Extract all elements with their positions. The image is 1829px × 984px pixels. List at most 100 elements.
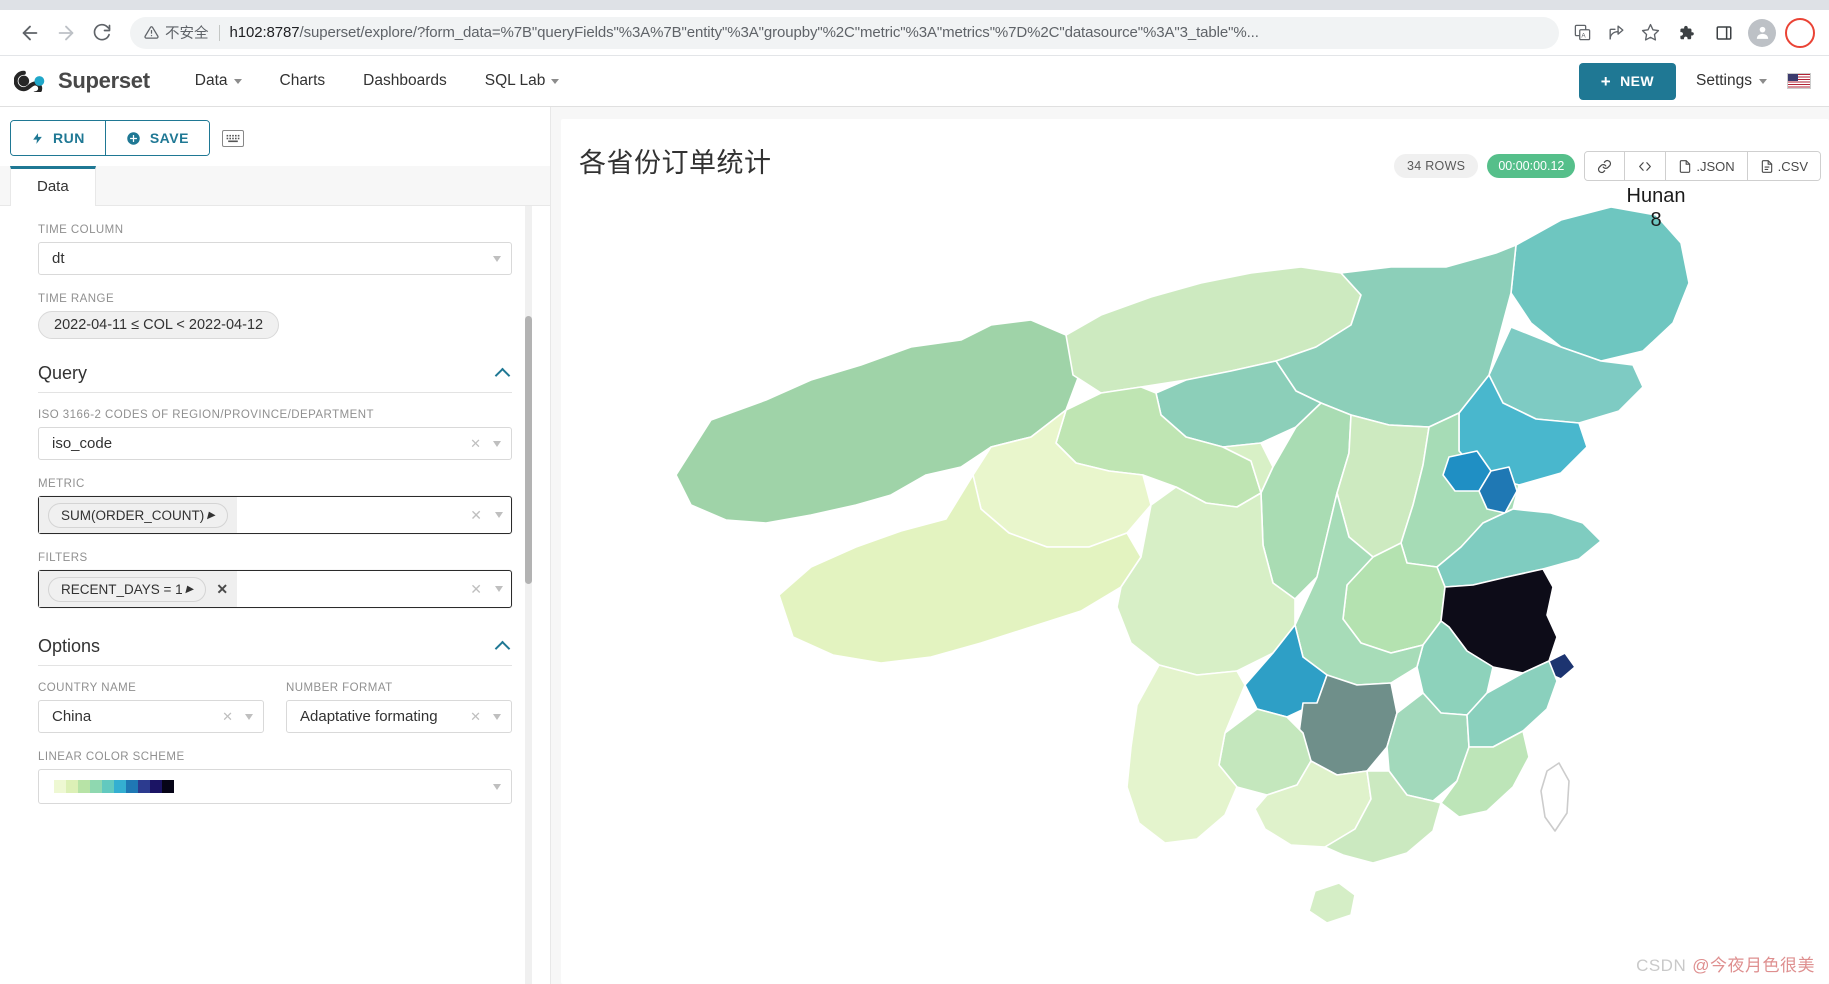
nav-link-data[interactable]: Data (176, 64, 261, 98)
extensions-puzzle-icon[interactable] (1669, 16, 1703, 50)
back-arrow-icon[interactable] (14, 17, 46, 49)
metric-chips: SUM(ORDER_COUNT) ▶ (39, 497, 237, 533)
nav-link-label: Charts (280, 72, 326, 90)
country-name-select[interactable]: China ✕ (38, 700, 264, 733)
country-name-label: COUNTRY NAME (38, 682, 264, 694)
time-column-select[interactable]: dt (38, 242, 512, 275)
panel-content: TIME COLUMN dt TIME RANGE 2022-04-11 ≤ C… (0, 206, 550, 804)
time-range-value-pill[interactable]: 2022-04-11 ≤ COL < 2022-04-12 (38, 311, 279, 339)
query-section-header[interactable]: Query (38, 357, 512, 393)
profile-ring-indicator[interactable] (1785, 18, 1815, 48)
color-swatch (138, 780, 150, 793)
options-row: COUNTRY NAME China ✕ NUMBER FORMAT Adapt… (38, 682, 512, 751)
csv-export-label: .CSV (1778, 159, 1808, 174)
us-flag-icon[interactable] (1787, 73, 1811, 89)
plus-icon: + (1601, 73, 1611, 90)
country-name-value: China (52, 708, 222, 725)
chevron-down-icon (551, 79, 559, 84)
clear-icon[interactable]: ✕ (470, 436, 481, 452)
color-scheme-preview (52, 780, 493, 793)
filters-control[interactable]: RECENT_DAYS = 1 ▶ ✕ ✕ (38, 570, 512, 608)
linear-color-scheme-field: LINEAR COLOR SCHEME (38, 751, 512, 804)
region-taiwan (1541, 763, 1569, 831)
run-button[interactable]: RUN (11, 121, 105, 155)
nav-link-dashboards[interactable]: Dashboards (344, 64, 466, 98)
metric-control[interactable]: SUM(ORDER_COUNT) ▶ ✕ (38, 496, 512, 534)
keyboard-icon[interactable] (222, 130, 244, 147)
clear-icon[interactable]: ✕ (470, 581, 482, 598)
color-swatch (54, 780, 66, 793)
chevron-down-icon (493, 441, 501, 447)
color-swatch (102, 780, 114, 793)
lightning-icon (31, 131, 44, 146)
color-swatch (90, 780, 102, 793)
color-swatch (66, 780, 78, 793)
browser-toolbar: 不安全 h102:8787/superset/explore/?form_dat… (0, 10, 1829, 56)
clear-icon[interactable]: ✕ (222, 709, 233, 725)
metric-label: METRIC (38, 478, 512, 490)
number-format-value: Adaptative formating (300, 708, 470, 725)
chevron-down-icon (495, 512, 503, 518)
address-bar[interactable]: 不安全 h102:8787/superset/explore/?form_dat… (130, 17, 1559, 49)
linear-color-scheme-label: LINEAR COLOR SCHEME (38, 751, 512, 763)
profile-avatar-icon[interactable] (1745, 16, 1779, 50)
iso-code-select[interactable]: iso_code ✕ (38, 427, 512, 460)
color-swatch (150, 780, 162, 793)
nav-link-charts[interactable]: Charts (261, 64, 345, 98)
navbar-right: + NEW Settings (1579, 63, 1811, 100)
forward-arrow-icon[interactable] (50, 17, 82, 49)
chart-card: 各省份订单统计 34 ROWS 00:00:00.12 .JSON (561, 119, 1829, 984)
superset-logo[interactable]: Superset (14, 68, 150, 94)
nav-link-label: SQL Lab (485, 72, 546, 90)
settings-label: Settings (1696, 72, 1752, 90)
translate-icon[interactable]: A (1567, 18, 1597, 48)
panel-tabs: Data (0, 166, 550, 206)
map-svg (561, 175, 1829, 955)
metric-chip[interactable]: SUM(ORDER_COUNT) ▶ (48, 503, 228, 528)
plus-circle-icon (126, 131, 141, 146)
linear-color-scheme-select[interactable] (38, 769, 512, 804)
clear-icon[interactable]: ✕ (470, 507, 482, 524)
iso-code-label: ISO 3166-2 CODES OF REGION/PROVINCE/DEPA… (38, 409, 512, 421)
region-hainan (1309, 883, 1355, 923)
remove-filter-icon[interactable]: ✕ (216, 581, 228, 598)
nav-link-sql-lab[interactable]: SQL Lab (466, 64, 579, 98)
filter-chip[interactable]: RECENT_DAYS = 1 ▶ (48, 577, 206, 602)
clear-icon[interactable]: ✕ (470, 709, 481, 725)
url-host: h102:8787 (230, 24, 300, 41)
chart-header: 各省份订单统计 34 ROWS 00:00:00.12 .JSON (561, 119, 1829, 181)
tab-data[interactable]: Data (10, 166, 96, 206)
bookmark-star-icon[interactable] (1635, 18, 1665, 48)
url-text: h102:8787/superset/explore/?form_data=%7… (230, 24, 1259, 41)
save-button-label: SAVE (150, 130, 189, 146)
iso-code-value: iso_code (52, 435, 470, 452)
omnibox-divider (219, 25, 220, 41)
chevron-down-icon (493, 784, 501, 790)
nav-link-label: Dashboards (363, 72, 447, 90)
filter-chip-label: RECENT_DAYS = 1 (61, 582, 183, 597)
chevron-down-icon (493, 256, 501, 262)
save-button[interactable]: SAVE (105, 121, 209, 155)
number-format-label: NUMBER FORMAT (286, 682, 512, 694)
country-name-field: COUNTRY NAME China ✕ (38, 682, 264, 733)
panel-scrollbar-thumb[interactable] (525, 316, 532, 584)
chevron-down-icon (1759, 79, 1767, 84)
chevron-up-icon (495, 368, 511, 384)
metric-chip-label: SUM(ORDER_COUNT) (61, 508, 204, 523)
workspace: RUN SAVE Data ▲ (0, 107, 1829, 984)
settings-menu[interactable]: Settings (1696, 72, 1767, 90)
share-icon[interactable] (1601, 18, 1631, 48)
china-choropleth-map[interactable]: Hunan 8 (561, 175, 1829, 984)
security-status-label: 不安全 (165, 22, 209, 43)
chevron-down-icon (493, 714, 501, 720)
time-range-field: TIME RANGE 2022-04-11 ≤ COL < 2022-04-12 (38, 293, 512, 339)
watermark-csdn: CSDN (1636, 956, 1686, 975)
watermark: CSDN@今夜月色很美 (1636, 951, 1815, 976)
color-swatch (114, 780, 126, 793)
reload-icon[interactable] (86, 17, 118, 49)
options-section-header[interactable]: Options (38, 630, 512, 666)
new-button[interactable]: + NEW (1579, 63, 1676, 100)
number-format-select[interactable]: Adaptative formating ✕ (286, 700, 512, 733)
side-panel-icon[interactable] (1707, 16, 1741, 50)
run-save-button-group: RUN SAVE (10, 120, 210, 156)
